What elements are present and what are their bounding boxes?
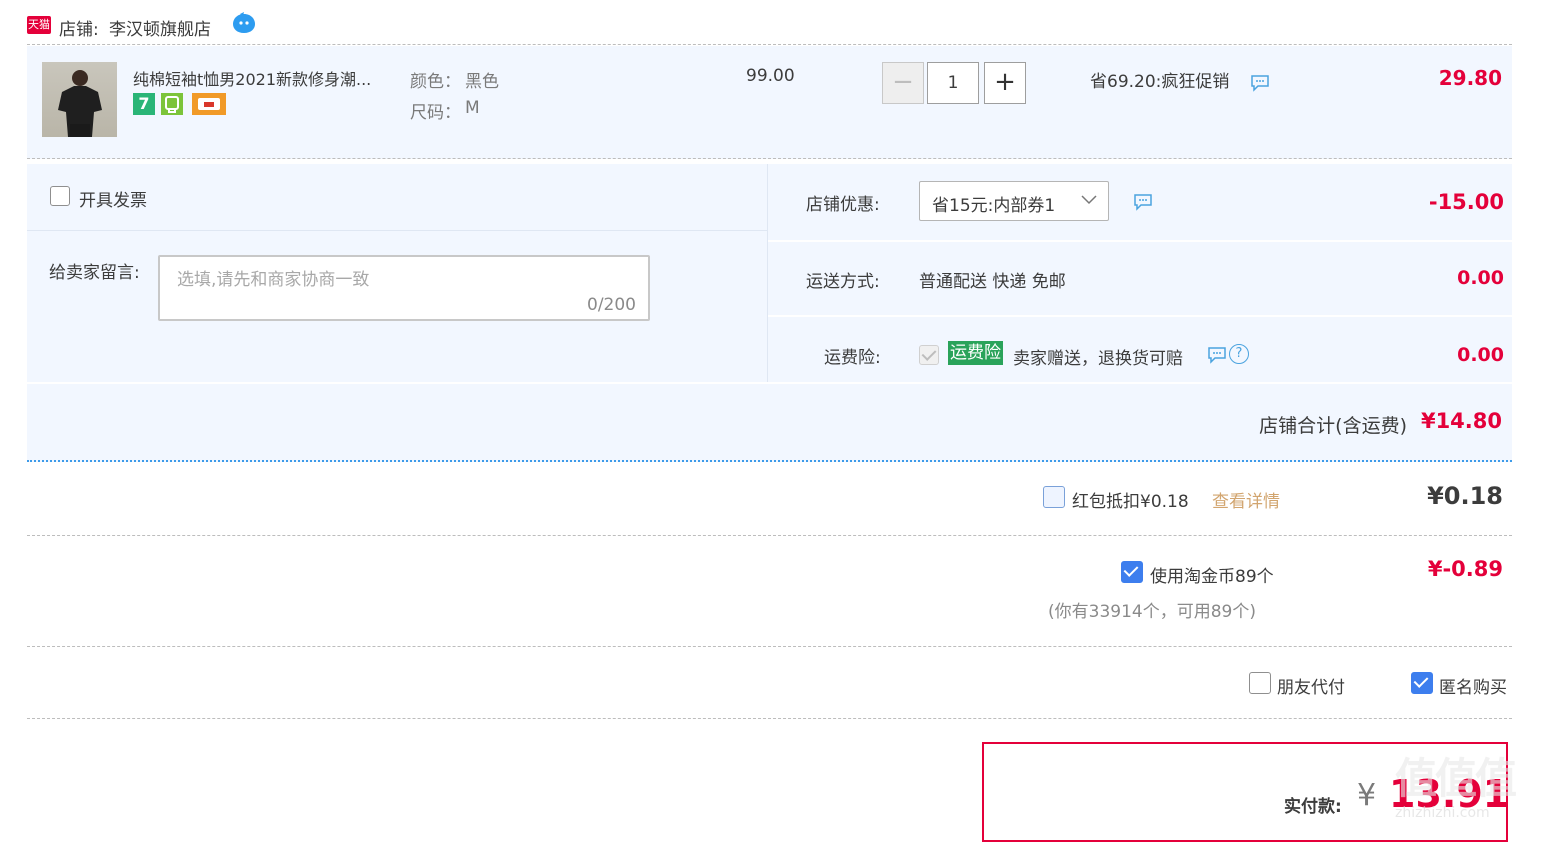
help-question-icon[interactable]: ? bbox=[1229, 344, 1249, 364]
seller-message-input[interactable]: 选填,请先和商家协商一致 0/200 bbox=[158, 255, 650, 321]
friend-pay-label[interactable]: 朋友代付 bbox=[1277, 673, 1345, 698]
watermark-logo: 值值值 zhizhizhi.com bbox=[1395, 745, 1535, 829]
invoice-label[interactable]: 开具发票 bbox=[79, 186, 147, 211]
quantity-increase-button[interactable]: + bbox=[984, 62, 1026, 104]
unit-price: 99.00 bbox=[746, 66, 795, 86]
shop-discount-amount: -15.00 bbox=[1428, 190, 1504, 214]
card-payment-icon bbox=[192, 93, 226, 115]
anonymous-label[interactable]: 匿名购买 bbox=[1439, 673, 1507, 698]
order-item-row: 纯棉短袖t恤男2021新款修身潮... 7 颜色： 黑色 尺码： M 99.00… bbox=[27, 46, 1512, 159]
product-thumbnail[interactable] bbox=[42, 62, 117, 137]
coins-note: (你有33914个，可用89个) bbox=[1048, 602, 1256, 622]
insurance-comment-icon[interactable] bbox=[1207, 346, 1227, 369]
invoice-checkbox[interactable] bbox=[50, 186, 70, 206]
watermark-domain: zhizhizhi.com bbox=[1395, 805, 1490, 821]
item-promo-text: 省69.20:疯狂促销 bbox=[1090, 72, 1230, 92]
invoice-row: 开具发票 bbox=[27, 164, 767, 231]
product-title-link[interactable]: 纯棉短袖t恤男2021新款修身潮... bbox=[133, 66, 371, 90]
friend-pay-checkbox[interactable] bbox=[1249, 672, 1271, 694]
freight-insurance-text: 卖家赠送，退换货可赔 bbox=[1013, 349, 1183, 369]
shop-total-label: 店铺合计(含运费) bbox=[1259, 415, 1407, 437]
freight-insurance-row: 运费险: 运费险 卖家赠送，退换货可赔 ? 0.00 bbox=[768, 317, 1512, 382]
freight-insurance-checkbox bbox=[919, 345, 939, 365]
service-badge-icon bbox=[161, 93, 183, 115]
service-badges: 7 bbox=[133, 93, 233, 115]
coins-checkbox[interactable] bbox=[1121, 561, 1143, 583]
payment-label: 实付款: bbox=[1284, 797, 1342, 817]
quantity-decrease-button[interactable]: − bbox=[882, 62, 924, 104]
sku-size-label: 尺码： bbox=[410, 103, 461, 123]
watermark-text: 值值值 bbox=[1395, 754, 1517, 803]
sku-color-value: 黑色 bbox=[465, 72, 499, 92]
shipping-row: 运送方式: 普通配送 快递 免邮 0.00 bbox=[768, 242, 1512, 317]
promo-comment-icon[interactable] bbox=[1250, 74, 1270, 97]
anonymous-checkbox[interactable] bbox=[1411, 672, 1433, 694]
shipping-label: 运送方式: bbox=[806, 272, 880, 292]
quantity-stepper: − 1 + bbox=[882, 62, 1027, 104]
freight-insurance-amount: 0.00 bbox=[1457, 344, 1504, 366]
seller-message-counter: 0/200 bbox=[587, 295, 636, 315]
shop-total-row: 店铺合计(含运费) ¥14.80 bbox=[27, 384, 1512, 462]
coins-label[interactable]: 使用淘金币89个 bbox=[1150, 562, 1274, 587]
redpacket-amount: ¥0.18 bbox=[1427, 482, 1503, 510]
redpacket-label[interactable]: 红包抵扣¥0.18 bbox=[1072, 487, 1189, 512]
shipping-amount: 0.00 bbox=[1457, 267, 1504, 289]
item-subtotal: 29.80 bbox=[1438, 66, 1502, 90]
seller-message-placeholder: 选填,请先和商家协商一致 bbox=[177, 270, 370, 290]
shop-discount-selected: 省15元:内部券1 bbox=[932, 196, 1056, 216]
sku-color-label: 颜色： bbox=[410, 72, 461, 92]
shop-total-amount: ¥14.80 bbox=[1420, 409, 1502, 433]
shop-discount-select[interactable]: 省15元:内部券1 bbox=[919, 181, 1109, 221]
shop-discount-row: 店铺优惠: 省15元:内部券1 -15.00 bbox=[768, 164, 1512, 242]
chevron-down-icon bbox=[1080, 192, 1098, 212]
shop-discount-label: 店铺优惠: bbox=[806, 195, 880, 215]
shop-name-link[interactable]: 李汉顿旗舰店 bbox=[109, 15, 211, 40]
shipping-value: 普通配送 快递 免邮 bbox=[919, 272, 1066, 292]
freight-insurance-tag: 运费险 bbox=[948, 341, 1003, 365]
shop-label: 店铺: bbox=[59, 20, 99, 40]
seller-message-row: 给卖家留言: 选填,请先和商家协商一致 0/200 bbox=[27, 231, 767, 381]
coins-row: 使用淘金币89个 (你有33914个，可用89个) ¥-0.89 bbox=[27, 536, 1512, 647]
options-row: 朋友代付 匿名购买 bbox=[27, 647, 1512, 719]
payment-currency: ¥ bbox=[1357, 778, 1377, 813]
discount-comment-icon[interactable] bbox=[1133, 193, 1153, 216]
redpacket-checkbox[interactable] bbox=[1043, 486, 1065, 508]
tmall-icon: 天猫 bbox=[27, 16, 51, 34]
quantity-input[interactable]: 1 bbox=[927, 62, 979, 104]
seller-message-label: 给卖家留言: bbox=[49, 263, 140, 283]
seven-day-return-icon: 7 bbox=[133, 93, 155, 115]
freight-insurance-label: 运费险: bbox=[824, 348, 881, 368]
redpacket-detail-link[interactable]: 查看详情 bbox=[1212, 487, 1280, 512]
sku-size-value: M bbox=[465, 98, 480, 118]
order-extras: 开具发票 给卖家留言: 选填,请先和商家协商一致 0/200 店铺优惠: 省15… bbox=[27, 164, 1512, 382]
shop-header: 天猫 店铺: 李汉顿旗舰店 bbox=[27, 10, 527, 42]
redpacket-row: 红包抵扣¥0.18 查看详情 ¥0.18 bbox=[27, 463, 1512, 536]
wangwang-chat-icon[interactable] bbox=[231, 12, 257, 41]
coins-amount: ¥-0.89 bbox=[1427, 557, 1503, 581]
